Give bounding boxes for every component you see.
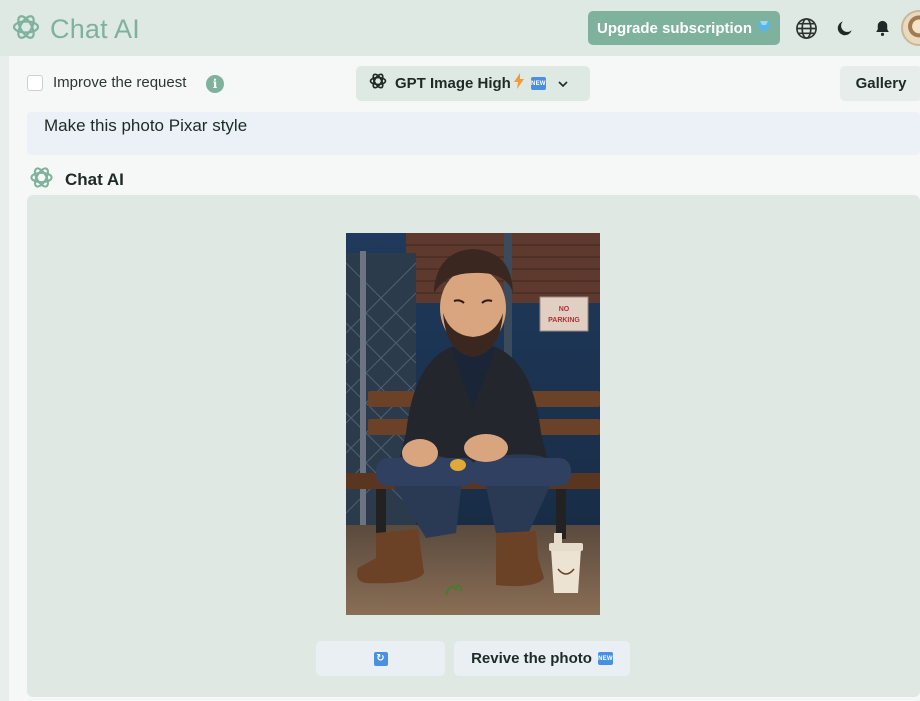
lightning-icon bbox=[513, 73, 524, 94]
revive-photo-label: Revive the photo bbox=[471, 650, 592, 667]
user-message-text: Make this photo Pixar style bbox=[44, 116, 248, 135]
sign-line1: NO bbox=[559, 306, 570, 313]
assistant-response-card: NO PARKING ↻ Revive the photo NEW bbox=[27, 195, 920, 697]
brand[interactable]: Chat AI bbox=[10, 11, 140, 48]
assistant-name: Chat AI bbox=[65, 170, 124, 189]
brand-name: Chat AI bbox=[50, 14, 140, 44]
info-icon[interactable]: i bbox=[206, 75, 224, 93]
user-message: Make this photo Pixar style bbox=[27, 112, 920, 155]
options-row: Improve the request i GPT Image High NEW bbox=[9, 56, 920, 112]
chevron-down-icon bbox=[558, 75, 568, 93]
sign-line2: PARKING bbox=[548, 317, 580, 324]
assistant-header: Chat AI bbox=[28, 164, 124, 196]
model-name: GPT Image High bbox=[395, 75, 511, 92]
moon-icon[interactable] bbox=[833, 16, 857, 40]
diamond-icon bbox=[757, 20, 772, 37]
model-new-badge: NEW bbox=[530, 77, 546, 90]
generated-image[interactable]: NO PARKING bbox=[345, 233, 600, 615]
upgrade-label: Upgrade subscription bbox=[596, 19, 753, 37]
bell-icon[interactable] bbox=[870, 16, 894, 40]
improve-request-checkbox[interactable] bbox=[27, 75, 43, 91]
openai-model-icon bbox=[368, 71, 388, 96]
revive-new-badge: NEW bbox=[597, 652, 613, 665]
top-bar: Chat AI Upgrade subscription bbox=[0, 0, 920, 56]
left-edge bbox=[0, 56, 9, 701]
regenerate-button[interactable]: ↻ bbox=[316, 641, 445, 676]
improve-request-label: Improve the request bbox=[53, 74, 187, 91]
revive-photo-button[interactable]: Revive the photo NEW bbox=[454, 641, 630, 676]
refresh-icon: ↻ bbox=[373, 651, 388, 666]
model-selector[interactable]: GPT Image High NEW bbox=[356, 66, 590, 101]
upgrade-subscription-button[interactable]: Upgrade subscription bbox=[588, 11, 780, 45]
globe-icon[interactable] bbox=[794, 16, 818, 40]
avatar[interactable] bbox=[901, 10, 920, 46]
assistant-logo-icon bbox=[28, 164, 55, 196]
openai-logo-icon bbox=[10, 11, 42, 48]
gallery-button[interactable]: Gallery bbox=[840, 66, 920, 101]
